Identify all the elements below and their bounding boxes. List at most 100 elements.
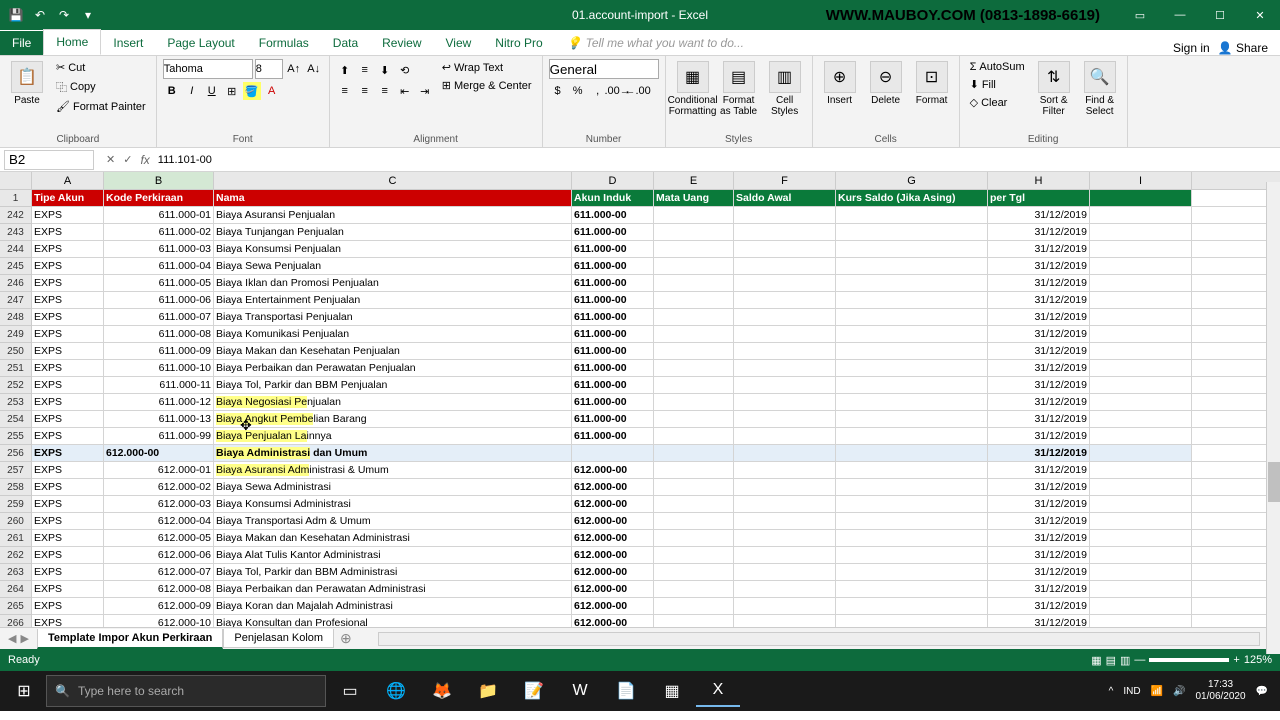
header-cell[interactable] (1090, 190, 1192, 206)
align-left-icon[interactable]: ≡ (336, 82, 354, 100)
tray-chevron-icon[interactable]: ^ (1109, 686, 1114, 697)
cell[interactable] (836, 258, 988, 274)
cell[interactable] (654, 615, 734, 627)
cell[interactable]: 611.000-06 (104, 292, 214, 308)
cell[interactable]: EXPS (32, 581, 104, 597)
find-select-button[interactable]: 🔍Find & Select (1079, 59, 1121, 119)
row-head[interactable]: 253 (0, 394, 31, 411)
tray-clock[interactable]: 17:33 01/06/2020 (1195, 679, 1245, 703)
cell[interactable] (836, 326, 988, 342)
cell[interactable]: 31/12/2019 (988, 377, 1090, 393)
cell[interactable]: EXPS (32, 615, 104, 627)
cell[interactable]: EXPS (32, 343, 104, 359)
indent-inc-icon[interactable]: ⇥ (416, 82, 434, 100)
grow-font-icon[interactable]: A↑ (285, 60, 303, 78)
align-bottom-icon[interactable]: ⬇ (376, 61, 394, 79)
formula-input[interactable]: 111.101-00 (158, 154, 212, 166)
sort-filter-button[interactable]: ⇅Sort & Filter (1033, 59, 1075, 119)
cell[interactable]: 612.000-00 (572, 479, 654, 495)
cell[interactable]: Biaya Asuransi Penjualan (214, 207, 572, 223)
cell[interactable] (654, 360, 734, 376)
cell[interactable] (654, 445, 734, 461)
cell[interactable]: Biaya Entertainment Penjualan (214, 292, 572, 308)
cell[interactable] (654, 428, 734, 444)
row-head[interactable]: 258 (0, 479, 31, 496)
row-head[interactable]: 243 (0, 224, 31, 241)
tray-sound-icon[interactable]: 🔊 (1173, 686, 1185, 697)
cell[interactable]: 31/12/2019 (988, 445, 1090, 461)
row-head[interactable]: 262 (0, 547, 31, 564)
fill-color-button[interactable]: 🪣 (243, 82, 261, 100)
cell[interactable] (836, 496, 988, 512)
cell[interactable] (836, 445, 988, 461)
delete-cells-button[interactable]: ⊖Delete (865, 59, 907, 108)
tab-page-layout[interactable]: Page Layout (155, 31, 246, 55)
cell[interactable]: Biaya Angkut Pembelian Barang (214, 411, 572, 427)
save-icon[interactable]: 💾 (8, 7, 24, 23)
cell[interactable] (836, 564, 988, 580)
redo-icon[interactable]: ↷ (56, 7, 72, 23)
cell[interactable]: EXPS (32, 428, 104, 444)
cell[interactable]: EXPS (32, 377, 104, 393)
cell[interactable]: Biaya Iklan dan Promosi Penjualan (214, 275, 572, 291)
tab-data[interactable]: Data (321, 31, 370, 55)
cell[interactable] (1090, 496, 1192, 512)
cell[interactable] (734, 275, 836, 291)
cell[interactable] (734, 530, 836, 546)
header-cell[interactable]: Mata Uang (654, 190, 734, 206)
vertical-scrollbar[interactable] (1266, 182, 1280, 654)
cell[interactable] (1090, 445, 1192, 461)
cell[interactable] (734, 496, 836, 512)
cell[interactable]: 611.000-00 (572, 224, 654, 240)
col-head-H[interactable]: H (988, 172, 1090, 189)
cell[interactable]: Biaya Tol, Parkir dan BBM Penjualan (214, 377, 572, 393)
cell[interactable]: 611.000-12 (104, 394, 214, 410)
col-head-G[interactable]: G (836, 172, 988, 189)
cell[interactable]: Biaya Sewa Penjualan (214, 258, 572, 274)
cell[interactable] (734, 615, 836, 627)
tray-wifi-icon[interactable]: 📶 (1151, 686, 1163, 697)
cell[interactable]: Biaya Makan dan Kesehatan Administrasi (214, 530, 572, 546)
cell[interactable]: EXPS (32, 547, 104, 563)
cell[interactable]: 611.000-05 (104, 275, 214, 291)
excel-icon[interactable]: X (696, 675, 740, 707)
cell[interactable]: 612.000-00 (572, 496, 654, 512)
cell[interactable]: 612.000-00 (104, 445, 214, 461)
share-button[interactable]: 👤 Share (1218, 41, 1268, 55)
cell[interactable]: Biaya Sewa Administrasi (214, 479, 572, 495)
cell[interactable]: 611.000-02 (104, 224, 214, 240)
cell[interactable]: 612.000-08 (104, 581, 214, 597)
cell[interactable]: 31/12/2019 (988, 496, 1090, 512)
cell[interactable]: Biaya Penjualan Lainnya (214, 428, 572, 444)
cell[interactable] (836, 598, 988, 614)
cell[interactable] (734, 598, 836, 614)
cell[interactable] (836, 394, 988, 410)
cell[interactable] (836, 513, 988, 529)
cell[interactable] (836, 360, 988, 376)
cell[interactable] (654, 292, 734, 308)
cell[interactable]: EXPS (32, 275, 104, 291)
undo-icon[interactable]: ↶ (32, 7, 48, 23)
page-break-view-icon[interactable]: ▥ (1120, 654, 1130, 667)
cell[interactable] (1090, 224, 1192, 240)
minimize-icon[interactable]: — (1160, 0, 1200, 30)
sheet-prev-icon[interactable]: ◀ (8, 632, 16, 645)
cell[interactable]: 611.000-00 (572, 428, 654, 444)
cell[interactable]: 612.000-00 (572, 581, 654, 597)
cell[interactable]: 612.000-02 (104, 479, 214, 495)
cell[interactable]: 611.000-00 (572, 275, 654, 291)
tab-formulas[interactable]: Formulas (247, 31, 321, 55)
cell[interactable] (654, 326, 734, 342)
tab-file[interactable]: File (0, 31, 43, 55)
row-head[interactable]: 252 (0, 377, 31, 394)
cell[interactable] (1090, 343, 1192, 359)
cell[interactable]: 31/12/2019 (988, 598, 1090, 614)
row-head[interactable]: 266 (0, 615, 31, 627)
cell[interactable]: 611.000-09 (104, 343, 214, 359)
cell[interactable]: 31/12/2019 (988, 292, 1090, 308)
cell[interactable] (1090, 530, 1192, 546)
cell[interactable]: EXPS (32, 360, 104, 376)
row-head[interactable]: 259 (0, 496, 31, 513)
cell[interactable] (734, 343, 836, 359)
tell-me-search[interactable]: 💡 Tell me what you want to do... (555, 31, 1161, 55)
